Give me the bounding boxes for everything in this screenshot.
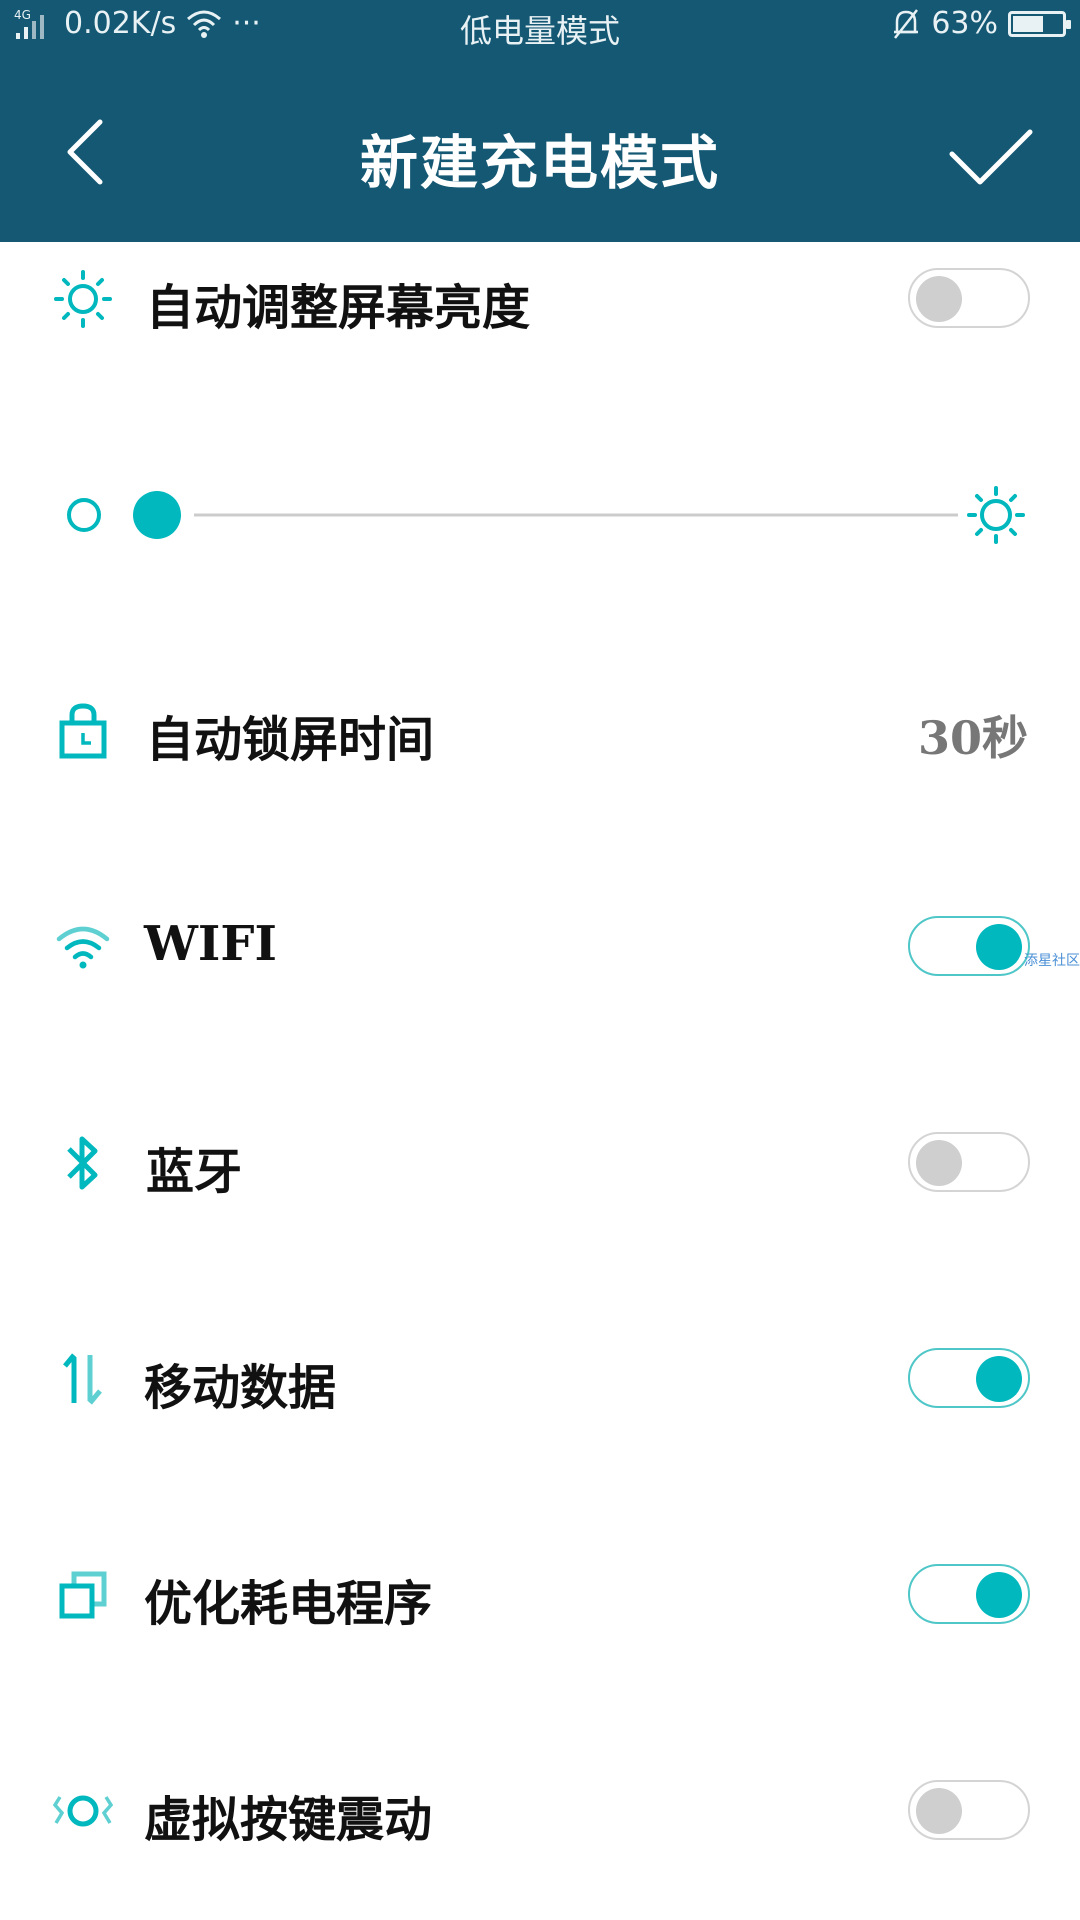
battery-percent: 63% xyxy=(931,6,998,41)
data-arrows-icon xyxy=(50,1346,116,1412)
setting-wifi: WIFI xyxy=(0,886,1080,1006)
setting-optimize-apps: 优化耗电程序 xyxy=(0,1534,1080,1654)
sun-icon xyxy=(50,266,116,332)
status-bar: 4G 0.02K/s ··· 低电量模式 63% xyxy=(0,0,1080,54)
toggle-knob xyxy=(976,1572,1022,1618)
auto-lock-value: 30秒 xyxy=(917,711,1028,765)
toggle-knob xyxy=(916,276,962,322)
setting-auto-lock[interactable]: 自动锁屏时间 30秒 xyxy=(0,670,1080,790)
mute-bell-icon xyxy=(894,8,919,39)
battery-icon xyxy=(1008,10,1071,37)
title-bar: 新建充电模式 xyxy=(0,54,1080,242)
toggle-knob xyxy=(916,1140,962,1186)
setting-bluetooth: 蓝牙 xyxy=(0,1102,1080,1222)
page-title: 新建充电模式 xyxy=(359,129,720,197)
brightness-slider-row xyxy=(0,455,1080,575)
optimize-apps-label: 优化耗电程序 xyxy=(144,1576,433,1632)
bluetooth-icon xyxy=(50,1130,116,1196)
mobile-data-label: 移动数据 xyxy=(144,1360,337,1416)
auto-brightness-label: 自动调整屏幕亮度 xyxy=(146,280,531,336)
wifi-icon xyxy=(50,914,116,980)
toggle-knob xyxy=(976,924,1022,970)
dim-circle-icon xyxy=(67,498,101,532)
mobile-data-toggle[interactable] xyxy=(908,1348,1030,1408)
slider-thumb xyxy=(133,491,181,539)
wifi-label: WIFI xyxy=(144,916,277,972)
lock-icon xyxy=(50,698,116,764)
optimize-apps-toggle[interactable] xyxy=(908,1564,1030,1624)
sun-icon xyxy=(967,486,1025,544)
toggle-knob xyxy=(916,1788,962,1834)
key-vibration-toggle[interactable] xyxy=(908,1780,1030,1840)
auto-brightness-toggle[interactable] xyxy=(908,268,1030,328)
vibration-icon xyxy=(50,1778,116,1844)
setting-mobile-data: 移动数据 xyxy=(0,1318,1080,1438)
toggle-knob xyxy=(976,1356,1022,1402)
checkmark-icon xyxy=(949,129,1033,185)
battery-level-fill xyxy=(1013,15,1043,32)
apps-stack-icon xyxy=(50,1562,116,1628)
watermark: 添星社区 xyxy=(1024,953,1080,969)
auto-lock-label: 自动锁屏时间 xyxy=(146,712,435,768)
bluetooth-toggle[interactable] xyxy=(908,1132,1030,1192)
key-vibration-label: 虚拟按键震动 xyxy=(144,1792,433,1848)
setting-auto-brightness: 自动调整屏幕亮度 xyxy=(0,238,1080,358)
status-right: 63% xyxy=(891,6,1071,41)
wifi-toggle[interactable] xyxy=(908,916,1030,976)
bluetooth-label: 蓝牙 xyxy=(146,1144,243,1200)
setting-key-vibration: 虚拟按键震动 xyxy=(0,1750,1080,1870)
confirm-button[interactable] xyxy=(946,124,1036,194)
brightness-slider[interactable] xyxy=(0,455,1080,575)
